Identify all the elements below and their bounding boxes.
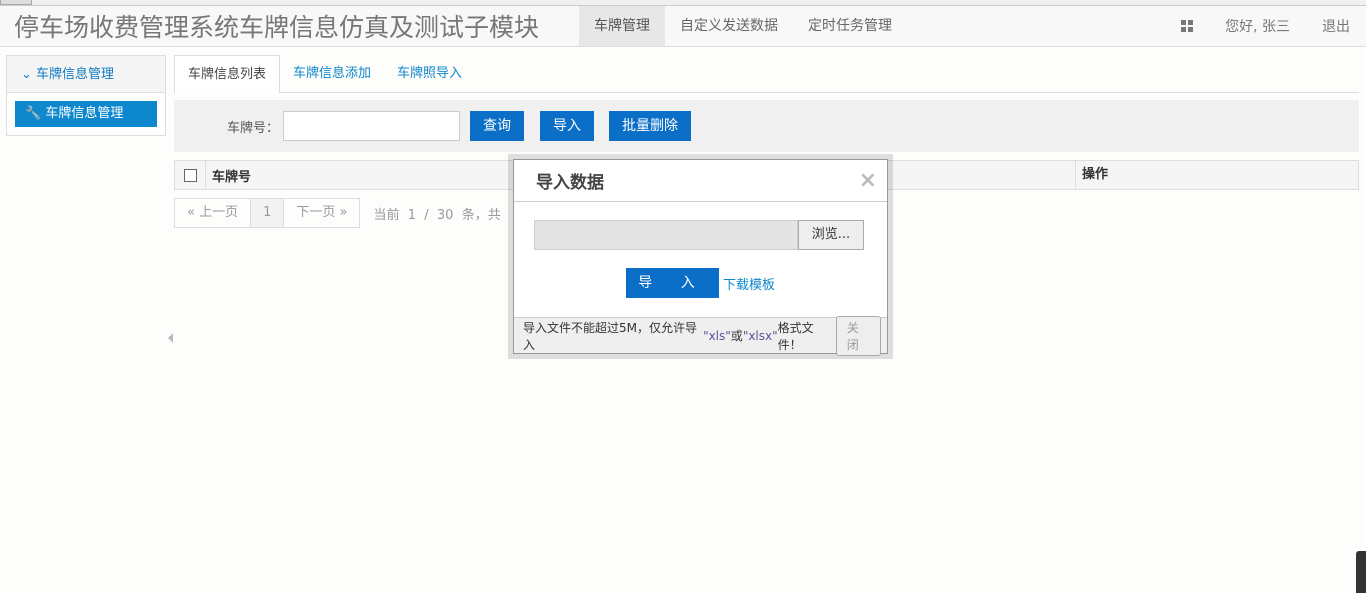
nav-plate-management[interactable]: 车牌管理 — [579, 6, 665, 46]
header: 停车场收费管理系统车牌信息仿真及测试子模块 车牌管理 自定义发送数据 定时任务管… — [0, 6, 1366, 47]
footer-note: 导入文件不能超过5M，仅允许导入 — [523, 320, 697, 352]
tab-plate-list[interactable]: 车牌信息列表 — [174, 55, 281, 94]
sidebar-group-label: 车牌信息管理 — [36, 67, 115, 82]
prev-page-button[interactable]: « 上一页 — [175, 199, 252, 227]
sidebar-group[interactable]: ⌄ 车牌信息管理 — [7, 56, 165, 93]
next-page-button[interactable]: 下一页 » — [284, 199, 359, 227]
sidebar: ⌄ 车牌信息管理 🔧 车牌信息管理 — [6, 55, 166, 136]
logout-link[interactable]: 退出 — [1306, 16, 1366, 36]
tab-plate-add[interactable]: 车牌信息添加 — [280, 55, 384, 92]
dialog-footer: 导入文件不能超过5M，仅允许导入 "xls" 或 "xlsx" 格式文件！ 关闭 — [514, 315, 887, 356]
dialog-title: 导入数据 — [514, 160, 887, 202]
user-greeting[interactable]: 您好, 张三 — [1209, 16, 1306, 36]
import-dialog: 导入数据 × 浏览... 导 入 下载模板 导入文件不能超过5M，仅允许导入 "x… — [508, 154, 893, 359]
footer-or: 或 — [730, 329, 743, 343]
footer-note-end: 格式文件！ — [777, 320, 814, 352]
tab-plate-import[interactable]: 车牌照导入 — [384, 55, 475, 92]
search-bar: 车牌号： 查询 导入 批量删除 — [174, 100, 1359, 152]
dialog-close-button[interactable]: 关闭 — [835, 315, 881, 356]
wrench-icon: 🔧 — [25, 106, 46, 121]
sidebar-item-label: 车牌信息管理 — [45, 106, 124, 121]
grid-icon[interactable] — [1165, 20, 1209, 32]
nav-custom-send[interactable]: 自定义发送数据 — [665, 6, 793, 46]
xls-format: "xls" — [703, 328, 731, 343]
plate-input[interactable] — [283, 111, 460, 141]
collapse-arrow-icon[interactable] — [168, 333, 173, 343]
file-path-field[interactable] — [534, 220, 798, 250]
file-picker: 浏览... — [534, 220, 864, 250]
column-actions: 操作 — [1075, 161, 1108, 189]
browser-strip — [0, 0, 1366, 6]
xlsx-format: "xlsx" — [742, 328, 778, 343]
tabs: 车牌信息列表 车牌信息添加 车牌照导入 — [174, 55, 1359, 94]
import-button[interactable]: 导入 — [540, 111, 594, 141]
page-1-button[interactable]: 1 — [251, 199, 285, 227]
sidebar-item-plate-info[interactable]: 🔧 车牌信息管理 — [15, 101, 157, 127]
chevron-down-icon: ⌄ — [21, 67, 37, 82]
column-plate: 车牌号 — [212, 169, 252, 185]
close-icon[interactable]: × — [859, 168, 877, 193]
download-template-link[interactable]: 下载模板 — [723, 274, 775, 293]
batch-delete-button[interactable]: 批量删除 — [609, 111, 691, 141]
top-nav: 车牌管理 自定义发送数据 定时任务管理 — [579, 6, 907, 46]
side-widget[interactable] — [1356, 551, 1366, 593]
plate-label: 车牌号： — [227, 120, 280, 136]
select-all-checkbox[interactable] — [175, 161, 206, 189]
app-title: 停车场收费管理系统车牌信息仿真及测试子模块 — [14, 13, 540, 42]
nav-scheduled-tasks[interactable]: 定时任务管理 — [793, 6, 907, 46]
page-info: 当前 1 / 30 条，共 — [373, 207, 501, 223]
dialog-import-button[interactable]: 导 入 — [626, 268, 719, 298]
browse-button[interactable]: 浏览... — [798, 220, 864, 250]
strip-tab[interactable] — [0, 0, 32, 5]
query-button[interactable]: 查询 — [470, 111, 524, 141]
